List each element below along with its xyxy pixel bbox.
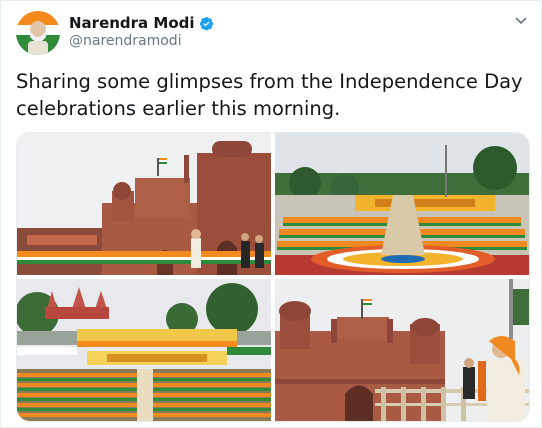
verified-badge-icon <box>199 16 213 30</box>
author-name-text[interactable]: Narendra Modi <box>69 14 195 32</box>
flower-formation-photo[interactable] <box>275 133 529 275</box>
tweet-card[interactable]: Narendra Modi @narendramodi Sharing some… <box>0 0 542 428</box>
tweet-text: Sharing some glimpses from the Independe… <box>16 70 523 120</box>
media-grid <box>16 132 530 422</box>
seated-crowd-photo[interactable] <box>17 279 271 421</box>
chevron-down-icon[interactable] <box>515 15 527 27</box>
author-handle[interactable]: @narendramodi <box>69 33 182 49</box>
red-fort-address-photo[interactable] <box>275 279 529 421</box>
author-name[interactable]: Narendra Modi <box>69 14 214 32</box>
red-fort-walk-photo[interactable] <box>17 133 271 275</box>
avatar[interactable] <box>16 11 60 55</box>
